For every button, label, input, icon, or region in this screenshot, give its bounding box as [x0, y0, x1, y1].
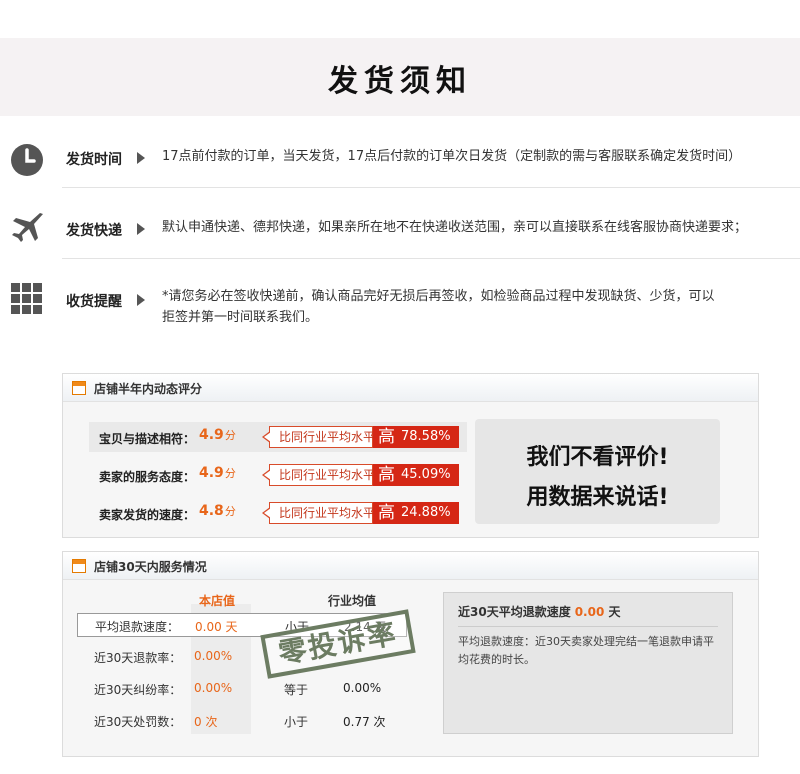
info-label: 收货提醒	[66, 294, 122, 310]
service-label: 近30天处罚数：	[94, 715, 182, 729]
service-panel: 店铺30天内服务情况 本店值 行业均值 平均退款速度： 0.00 天 小于 2.…	[62, 551, 759, 757]
compare-label: 比同行业平均水平	[262, 502, 375, 524]
info-row-courier: 发货快递 默认申通快递、德邦快递，如果亲所在地不在快递收送范围，亲可以直接联系在…	[0, 208, 800, 248]
divider	[458, 626, 718, 627]
service-compare: 小于	[284, 715, 309, 729]
service-row: 近30天处罚数： 0 次 小于 0.77 次	[77, 709, 407, 733]
service-industry-value: 0.00%	[343, 681, 382, 695]
rating-panel-title: 店铺半年内动态评分	[94, 382, 203, 396]
service-label: 近30天退款率：	[94, 651, 182, 665]
column-header-industry: 行业均值	[328, 594, 377, 608]
score-label: 卖家的服务态度：	[99, 470, 196, 484]
info-text-line-1: *请您务必在签收快递前，确认商品完好无损后再签收，如检验商品过程中发现缺货、少货…	[162, 289, 715, 304]
score-value: 4.9分	[199, 427, 236, 443]
refund-detail-title: 近30天平均退款速度 0.00 天	[458, 605, 621, 619]
service-compare: 等于	[284, 683, 309, 697]
service-shop-value: 0.00 天	[195, 620, 238, 634]
service-shop-value: 0 次	[194, 715, 218, 729]
info-text-line-2: 拒签并第一时间联系我们。	[162, 310, 319, 325]
info-label: 发货快递	[66, 223, 122, 239]
info-text: 17点前付款的订单，当天发货，17点后付款的订单次日发货（定制款的需与客服联系确…	[162, 149, 742, 164]
compare-badge: 比同行业平均水平 高 24.88%	[262, 502, 459, 524]
page-title: 发货须知	[328, 64, 472, 99]
compare-value: 高 24.88%	[373, 502, 459, 524]
info-label: 发货时间	[66, 152, 122, 168]
grid-icon	[11, 283, 42, 314]
score-value: 4.9分	[199, 465, 236, 481]
score-row: 卖家的服务态度： 4.9分 比同行业平均水平 高 45.09%	[89, 460, 467, 490]
score-value: 4.8分	[199, 503, 236, 519]
service-industry-value: 0.77 次	[343, 715, 386, 729]
compare-badge: 比同行业平均水平 高 78.58%	[262, 426, 459, 448]
score-row: 卖家发货的速度： 4.8分 比同行业平均水平 高 24.88%	[89, 498, 467, 528]
compare-label: 比同行业平均水平	[262, 426, 375, 448]
info-text: 默认申通快递、德邦快递，如果亲所在地不在快递收送范围，亲可以直接联系在线客服协商…	[162, 220, 748, 235]
slogan-line-2: 用数据来说话!	[526, 485, 669, 510]
compare-badge: 比同行业平均水平 高 45.09%	[262, 464, 459, 486]
compare-value: 高 45.09%	[373, 464, 459, 486]
airplane-icon	[12, 213, 43, 242]
score-label: 卖家发货的速度：	[99, 508, 196, 522]
calendar-icon	[72, 381, 86, 395]
column-header-shop: 本店值	[199, 594, 236, 608]
service-panel-title: 店铺30天内服务情况	[94, 560, 207, 574]
refund-detail-text: 平均退款速度：近30天卖家处理完结一笔退款申请平均花费的时长。	[458, 635, 714, 666]
divider	[62, 258, 800, 259]
score-row: 宝贝与描述相符： 4.9分 比同行业平均水平 高 78.58%	[89, 422, 467, 452]
chevron-right-icon	[137, 223, 145, 235]
compare-value: 高 78.58%	[373, 426, 459, 448]
service-shop-value: 0.00%	[194, 681, 233, 695]
calendar-icon	[72, 559, 86, 573]
slogan-box: 我们不看评价! 用数据来说话!	[475, 419, 720, 524]
refund-detail-panel: 近30天平均退款速度 0.00 天 平均退款速度：近30天卖家处理完结一笔退款申请…	[443, 592, 733, 734]
info-row-shipping-time: 发货时间 17点前付款的订单，当天发货，17点后付款的订单次日发货（定制款的需与…	[0, 140, 800, 180]
clock-icon	[11, 144, 43, 176]
service-label: 平均退款速度：	[95, 620, 180, 634]
page-header: 发货须知	[0, 38, 800, 116]
chevron-right-icon	[137, 294, 145, 306]
score-label: 宝贝与描述相符：	[99, 432, 196, 446]
slogan-line-1: 我们不看评价!	[526, 445, 669, 470]
service-panel-header: 店铺30天内服务情况	[63, 552, 758, 580]
rating-panel: 店铺半年内动态评分 宝贝与描述相符： 4.9分 比同行业平均水平 高 78.58%…	[62, 373, 759, 538]
divider	[62, 187, 800, 188]
service-label: 近30天纠纷率：	[94, 683, 182, 697]
service-row: 近30天纠纷率： 0.00% 等于 0.00%	[77, 677, 407, 701]
rating-panel-header: 店铺半年内动态评分	[63, 374, 758, 402]
service-shop-value: 0.00%	[194, 649, 233, 663]
compare-label: 比同行业平均水平	[262, 464, 375, 486]
info-row-receipt-reminder: 收货提醒 *请您务必在签收快递前，确认商品完好无损后再签收，如检验商品过程中发现…	[0, 278, 800, 334]
chevron-right-icon	[137, 152, 145, 164]
